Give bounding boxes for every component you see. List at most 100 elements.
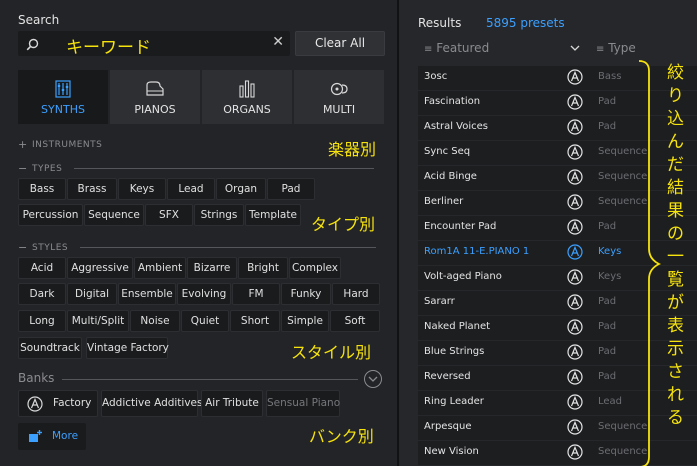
tag-acid[interactable]: Acid xyxy=(18,257,66,279)
chevron-down-icon xyxy=(368,376,378,382)
arturia-logo-icon xyxy=(567,294,583,310)
expand-icon: + xyxy=(18,138,28,151)
tab-pianos[interactable]: PIANOS xyxy=(110,70,200,124)
more-banks-button[interactable]: More xyxy=(18,423,86,450)
add-bank-icon xyxy=(29,430,42,442)
tag-bass[interactable]: Bass xyxy=(18,178,66,200)
banks-expand-button[interactable] xyxy=(364,370,382,388)
tab-multi[interactable]: MULTI xyxy=(294,70,384,124)
tag-quiet[interactable]: Quiet xyxy=(181,310,229,332)
preset-type: Pad xyxy=(598,346,617,357)
preset-type: Pad xyxy=(598,321,617,332)
tag-template[interactable]: Template xyxy=(245,204,301,226)
tag-bright[interactable]: Bright xyxy=(238,257,288,279)
preset-name: Berliner xyxy=(424,196,464,207)
annotation-results: 絞り込んだ結果の一覧が表示される xyxy=(667,63,684,428)
annotation-bracket xyxy=(638,60,661,466)
tag-pad[interactable]: Pad xyxy=(267,178,315,200)
tag-soundtrack[interactable]: Soundtrack xyxy=(18,337,82,359)
tag-funky[interactable]: Funky xyxy=(281,283,331,305)
arturia-logo-icon xyxy=(567,394,583,410)
type-label: Type xyxy=(608,41,636,55)
sort-type-header[interactable]: ≡ Type xyxy=(596,41,636,55)
annotation-keyword: キーワード xyxy=(66,38,151,58)
instruments-label: INSTRUMENTS xyxy=(32,139,103,150)
arturia-logo-icon xyxy=(567,319,583,335)
bank-factory[interactable]: Factory xyxy=(18,390,98,417)
clear-all-button[interactable]: Clear All xyxy=(295,31,385,56)
tab-label: ORGANS xyxy=(223,102,271,116)
tag-noise[interactable]: Noise xyxy=(130,310,180,332)
arturia-logo-icon xyxy=(567,169,583,185)
tag-bizarre[interactable]: Bizarre xyxy=(187,257,237,279)
annotation-types: タイプ別 xyxy=(311,215,376,234)
tag-percussion[interactable]: Percussion xyxy=(18,204,83,226)
preset-name: Ring Leader xyxy=(424,396,484,407)
preset-type: Bass xyxy=(598,71,622,82)
types-label: TYPES xyxy=(32,163,63,174)
arturia-logo-icon xyxy=(567,369,583,385)
tag-digital[interactable]: Digital xyxy=(67,283,117,305)
arturia-logo-icon xyxy=(567,444,583,460)
more-label: More xyxy=(52,430,79,442)
tag-fm[interactable]: FM xyxy=(232,283,280,305)
preset-type: Pad xyxy=(598,371,617,382)
search-input[interactable]: ✕ xyxy=(18,31,290,56)
preset-name: Blue Strings xyxy=(424,346,485,357)
tag-simple[interactable]: Simple xyxy=(281,310,329,332)
arturia-logo-icon xyxy=(567,244,583,260)
tag-brass[interactable]: Brass xyxy=(67,178,117,200)
synth-icon xyxy=(55,79,71,99)
tag-strings[interactable]: Strings xyxy=(194,204,244,226)
tag-complex[interactable]: Complex xyxy=(289,257,341,279)
bank-sensual-piano[interactable]: Sensual Piano xyxy=(266,390,340,417)
arturia-logo-icon xyxy=(567,219,583,235)
piano-icon xyxy=(145,79,165,99)
arturia-logo-icon xyxy=(567,269,583,285)
tab-organs[interactable]: ORGANS xyxy=(202,70,292,124)
list-icon: ≡ xyxy=(424,44,433,55)
tag-sfx[interactable]: SFX xyxy=(145,204,193,226)
annotation-styles: スタイル別 xyxy=(291,343,372,362)
search-icon xyxy=(26,36,39,55)
tab-label: SYNTHS xyxy=(41,102,85,116)
tag-vintage-factory[interactable]: Vintage Factory xyxy=(86,337,169,359)
chevron-down-icon[interactable] xyxy=(570,45,580,52)
tag-soft[interactable]: Soft xyxy=(330,310,380,332)
tag-hard[interactable]: Hard xyxy=(332,283,380,305)
preset-name: Sararr xyxy=(424,296,455,307)
tag-short[interactable]: Short xyxy=(230,310,280,332)
tag-aggressive[interactable]: Aggressive xyxy=(67,257,133,279)
tag-ensemble[interactable]: Ensemble xyxy=(118,283,176,305)
instrument-tabs: SYNTHS PIANOS ORGANS MULTI xyxy=(18,70,384,124)
instruments-header[interactable]: + INSTRUMENTS xyxy=(18,138,102,151)
sort-featured-header[interactable]: ≡ Featured xyxy=(424,41,489,55)
preset-name: New Vision xyxy=(424,446,479,457)
arturia-logo-icon xyxy=(567,94,583,110)
tag-keys[interactable]: Keys xyxy=(118,178,166,200)
preset-name: Naked Planet xyxy=(424,321,491,332)
tab-synths[interactable]: SYNTHS xyxy=(18,70,108,124)
tag-lead[interactable]: Lead xyxy=(167,178,215,200)
tag-dark[interactable]: Dark xyxy=(18,283,66,305)
tag-multi-split[interactable]: Multi/Split xyxy=(67,310,129,332)
preset-name: Arpesque xyxy=(424,421,472,432)
collapse-icon: − xyxy=(18,162,28,175)
preset-name: 3osc xyxy=(424,71,448,82)
preset-type: Keys xyxy=(598,246,622,257)
tag-ambient[interactable]: Ambient xyxy=(134,257,186,279)
clear-search-icon[interactable]: ✕ xyxy=(272,34,284,50)
divider xyxy=(62,379,358,380)
tag-sequence[interactable]: Sequence xyxy=(84,204,144,226)
search-title: Search xyxy=(18,13,60,27)
organ-icon xyxy=(239,79,255,99)
styles-header[interactable]: − STYLES xyxy=(18,241,377,254)
results-title: Results xyxy=(418,16,462,30)
tag-organ[interactable]: Organ xyxy=(216,178,266,200)
tag-long[interactable]: Long xyxy=(18,310,66,332)
tag-evolving[interactable]: Evolving xyxy=(177,283,231,305)
bank-air-tribute[interactable]: Air Tribute xyxy=(201,390,263,417)
bank-addictive-additives[interactable]: Addictive Additives xyxy=(101,390,203,417)
annotation-instruments: 楽器別 xyxy=(328,140,377,159)
types-header[interactable]: − TYPES xyxy=(18,162,375,175)
